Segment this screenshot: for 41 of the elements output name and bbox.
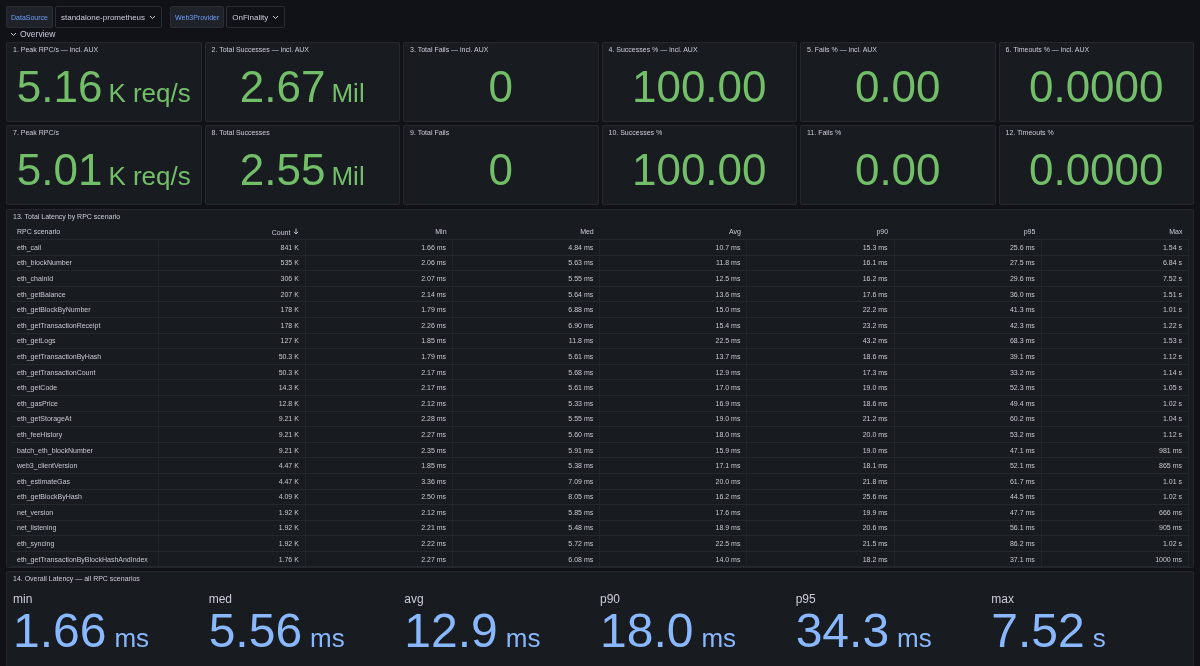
stat-unit: K req/s: [108, 161, 191, 192]
chevron-down-icon: [272, 14, 280, 20]
stat-label: p90: [600, 592, 622, 606]
stat-value: 0: [488, 148, 513, 192]
stat-unit: s: [1092, 623, 1106, 654]
stat-unit: Mil: [331, 78, 365, 109]
stat-unit: Mil: [331, 161, 365, 192]
sort-arrow-icon: [293, 227, 300, 235]
stat-label: max: [991, 592, 1015, 606]
stat-value: 2.55: [239, 148, 326, 192]
stat-value: 5.16: [16, 65, 103, 109]
stat-unit: ms: [114, 623, 150, 654]
chevron-down-icon: [149, 14, 157, 20]
stat-value: 0: [488, 65, 513, 109]
variable-dropdown[interactable]: OnFinality: [226, 6, 286, 28]
stat-value: 100.00: [631, 148, 767, 192]
stat-value: 0.0000: [1028, 65, 1164, 109]
stat-value: 18.0: [600, 606, 694, 657]
stat-value: 0.0000: [1028, 148, 1164, 192]
stat-unit: ms: [897, 623, 932, 654]
stat-value: 1.66: [13, 606, 107, 657]
stat-unit: ms: [505, 623, 541, 654]
stat-value: 100.00: [631, 65, 767, 109]
stat-label: p95: [795, 592, 817, 606]
stat-label: avg: [404, 592, 425, 606]
stat-value: 2.67: [239, 65, 326, 109]
chevron-down-icon: [10, 31, 17, 37]
row-header[interactable]: Overview: [6, 28, 60, 40]
stat-value: 34.3: [795, 606, 890, 657]
stat-unit: ms: [310, 623, 345, 654]
stat-value: 12.9: [404, 606, 498, 657]
stat-value: 5.56: [208, 606, 303, 657]
stat-value: 0.00: [854, 148, 941, 192]
stat-label: min: [13, 592, 34, 606]
stat-unit: K req/s: [108, 78, 191, 109]
stat-label: med: [208, 592, 233, 606]
variable-dropdown[interactable]: standalone-prometheus: [54, 6, 163, 28]
stat-value: 5.01: [16, 148, 103, 192]
stat-unit: ms: [701, 623, 737, 654]
stat-value: 0.00: [854, 65, 941, 109]
stat-value: 7.52: [991, 606, 1085, 657]
